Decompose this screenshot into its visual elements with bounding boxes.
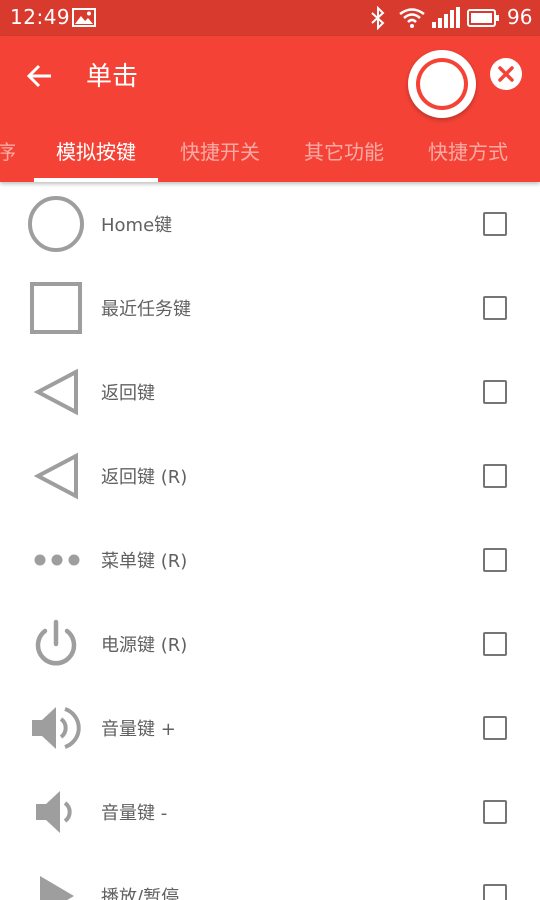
status-bar: 12:49 96: [0, 0, 540, 36]
battery-icon: [467, 9, 499, 27]
list-item[interactable]: 音量键 +: [0, 686, 540, 770]
signal-icon: [432, 7, 460, 28]
list-item-label: 电源键 (R): [101, 635, 188, 656]
menu-key-checkbox[interactable]: [483, 548, 507, 572]
volume-up-icon: [32, 707, 81, 749]
ring-icon: [416, 58, 468, 110]
three-dots-icon: [34, 554, 80, 566]
close-button[interactable]: [490, 58, 522, 90]
volume-down-icon: [36, 791, 72, 833]
back-arrow-icon[interactable]: [22, 58, 58, 94]
home-key-checkbox[interactable]: [483, 212, 507, 236]
square-icon: [30, 282, 82, 334]
power-icon: [35, 619, 77, 666]
tab-simulated-keys[interactable]: 模拟按键: [56, 136, 136, 165]
list-item-label: 返回键: [101, 383, 155, 404]
list-item-label: 播放/暂停: [101, 887, 180, 900]
circle-icon: [28, 196, 84, 252]
battery-level: 96: [507, 5, 533, 29]
list-item[interactable]: 最近任务键: [0, 266, 540, 350]
triangle-back-icon: [33, 452, 78, 500]
volume-up-checkbox[interactable]: [483, 716, 507, 740]
tab-apps[interactable]: 序: [0, 136, 16, 165]
play-pause-checkbox[interactable]: [483, 884, 507, 900]
list-item[interactable]: Home键: [0, 182, 540, 266]
back-key-checkbox[interactable]: [483, 380, 507, 404]
volume-down-checkbox[interactable]: [483, 800, 507, 824]
list-item-label: 音量键 +: [101, 719, 176, 740]
recent-tasks-key-checkbox[interactable]: [483, 296, 507, 320]
status-time: 12:49: [10, 5, 71, 29]
play-icon: [40, 876, 74, 900]
back-key-root-checkbox[interactable]: [483, 464, 507, 488]
tab-shortcuts[interactable]: 快捷方式: [428, 136, 508, 165]
wifi-icon: [399, 8, 425, 28]
list-item[interactable]: 返回键: [0, 350, 540, 434]
triangle-back-icon: [33, 368, 78, 416]
list-item-label: Home键: [101, 215, 173, 236]
bluetooth-icon: [371, 6, 385, 30]
list-item-label: 最近任务键: [101, 299, 191, 320]
tab-other-functions[interactable]: 其它功能: [304, 136, 384, 165]
list-item[interactable]: 音量键 -: [0, 770, 540, 854]
tab-quick-toggles[interactable]: 快捷开关: [180, 136, 260, 165]
tab-bar: 序 模拟按键 快捷开关 其它功能 快捷方式: [0, 126, 540, 182]
app-bar: 单击 序 模拟按键 快捷开关 其它功能 快捷方式: [0, 36, 540, 182]
floating-ring-preview[interactable]: [408, 50, 476, 118]
page-title: 单击: [86, 62, 139, 92]
list-item[interactable]: 返回键 (R): [0, 434, 540, 518]
list-item[interactable]: 电源键 (R): [0, 602, 540, 686]
list-item[interactable]: 播放/暂停: [0, 854, 540, 900]
list-item-label: 音量键 -: [101, 803, 168, 824]
list-item[interactable]: 菜单键 (R): [0, 518, 540, 602]
image-notification-icon: [72, 8, 96, 27]
close-icon: [498, 66, 514, 82]
list-item-label: 菜单键 (R): [101, 551, 188, 572]
list-item-label: 返回键 (R): [101, 467, 188, 488]
power-key-checkbox[interactable]: [483, 632, 507, 656]
